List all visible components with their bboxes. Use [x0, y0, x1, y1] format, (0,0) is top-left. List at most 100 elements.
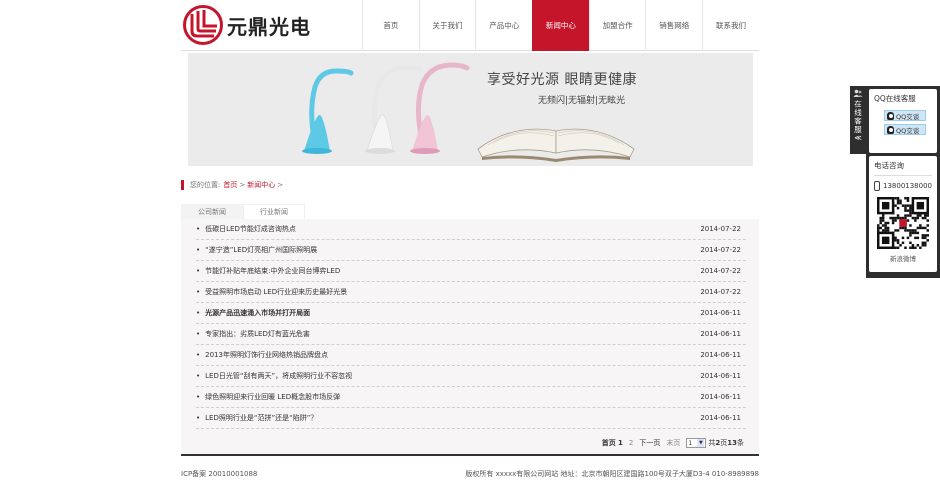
breadcrumb-news-link[interactable]: 新闻中心 — [247, 180, 275, 190]
list-item[interactable]: • “遂宁造”LED灯亮相广州国际照明展 2014-07-22 — [196, 240, 746, 261]
collapse-arrow-icon: ≪ — [854, 134, 862, 142]
news-title[interactable]: 光源产品迅速涌入市场并打开局面 — [205, 308, 310, 318]
news-date: 2014-07-22 — [700, 288, 741, 296]
news-list: • 低碳日LED节能灯成咨询热点 2014-07-22 • “遂宁造”LED灯亮相广… — [196, 219, 746, 429]
bullet-icon: • — [196, 225, 201, 233]
breadcrumb-separator: > — [239, 181, 246, 189]
qq-chat-button[interactable]: QQ交谈 — [884, 110, 926, 121]
tab-company-news[interactable]: 公司新闻 — [181, 204, 243, 219]
phone-consult-title: 电话咨询 — [874, 160, 932, 176]
news-date: 2014-07-22 — [700, 246, 741, 254]
footer-info: 版权所有 xxxxx有限公司网站 地址：北京市朝阳区建国路100号双子大厦D3-… — [465, 470, 759, 478]
news-tabs: 公司新闻 行业新闻 — [181, 204, 305, 219]
pager-total-items: 13 — [727, 439, 737, 447]
breadcrumb-home-link[interactable]: 首页 — [223, 180, 237, 190]
news-date: 2014-06-11 — [700, 414, 741, 422]
phone-number: 13800138000 — [883, 182, 932, 190]
news-date: 2014-06-11 — [700, 309, 741, 317]
qq-penguin-icon — [887, 111, 894, 120]
nav-item-products[interactable]: 产品中心 — [475, 0, 532, 51]
nav-item-contact[interactable]: 联系我们 — [702, 0, 759, 51]
news-title[interactable]: 节能灯补贴年底结束:中外企业同台博弈LED — [205, 266, 340, 276]
list-item[interactable]: • LED日光管“刮有两天”，将成照明行业不容忽视 2014-06-11 — [196, 366, 746, 387]
breadcrumb: 您的位置: 首页 > 新闻中心 > — [181, 179, 285, 191]
pagination: 首页 1 2 下一页 末页 1 ▼ 共 2 页 13 条 — [602, 438, 744, 448]
phone-consult-box: 电话咨询 13800138000 新浪微博 — [869, 156, 937, 272]
news-date: 2014-06-11 — [700, 351, 741, 359]
lamp-book-illustration — [302, 62, 635, 162]
phone-number-row: 13800138000 — [874, 181, 932, 191]
site-footer: ICP备案 20010001088 版权所有 xxxxx有限公司网站 地址：北京… — [181, 469, 759, 479]
nav-item-news[interactable]: 新闻中心 — [532, 0, 589, 51]
news-title[interactable]: LED照明行业是“范拼”还是“陷阱”？ — [205, 413, 317, 423]
list-item[interactable]: • 2013年照明灯饰行业网络热销品牌盘点 2014-06-11 — [196, 345, 746, 366]
list-item[interactable]: • LED照明行业是“范拼”还是“陷阱”？ 2014-06-11 — [196, 408, 746, 429]
news-title[interactable]: 低碳日LED节能灯成咨询热点 — [205, 224, 296, 234]
banner-subtitle: 无频闪|无辐射|无眩光 — [538, 96, 626, 106]
nav-item-join[interactable]: 加盟合作 — [588, 0, 646, 51]
pager-total-pages-prefix: 共 — [708, 439, 716, 447]
news-date: 2014-06-11 — [700, 393, 741, 401]
bullet-icon: • — [196, 351, 201, 359]
banner-title: 享受好光源 眼睛更健康 — [487, 72, 637, 88]
tab-industry-news[interactable]: 行业新闻 — [243, 204, 305, 219]
pager-select-value: 1 — [688, 439, 693, 447]
pager-next-link[interactable]: 下一页 — [639, 438, 660, 448]
icp-record: ICP备案 20010001088 — [181, 470, 258, 478]
news-title[interactable]: 2013年照明灯饰行业网络热销品牌盘点 — [205, 350, 328, 360]
pager-page-word: 页 — [720, 439, 728, 447]
qq-service-box: QQ在线客服 QQ交谈 QQ交谈 — [869, 89, 937, 153]
news-title[interactable]: 绿色照明迎来行业回暖 LED概念股市场反弹 — [205, 392, 340, 402]
news-panel: • 低碳日LED节能灯成咨询热点 2014-07-22 • “遂宁造”LED灯亮相广… — [181, 219, 759, 456]
service-panel: QQ在线客服 QQ交谈 QQ交谈 电话咨询 13800138000 新浪微博 — [866, 86, 940, 278]
list-item[interactable]: • 低碳日LED节能灯成咨询热点 2014-07-22 — [196, 219, 746, 240]
qq-penguin-icon — [887, 125, 894, 134]
news-title[interactable]: 专家指出：劣质LED灯有蓝光危害 — [205, 329, 310, 339]
bullet-icon: • — [196, 246, 201, 254]
pager-item-word: 条 — [737, 439, 744, 447]
list-item[interactable]: • 绿色照明迎来行业回暖 LED概念股市场反弹 2014-06-11 — [196, 387, 746, 408]
qq-chat-button[interactable]: QQ交谈 — [884, 124, 926, 135]
bullet-icon: • — [196, 372, 201, 380]
list-item[interactable]: • 专家指出：劣质LED灯有蓝光危害 2014-06-11 — [196, 324, 746, 345]
news-date: 2014-07-22 — [700, 225, 741, 233]
bullet-icon: • — [196, 309, 201, 317]
breadcrumb-marker — [181, 180, 184, 190]
main-nav: 首页 关于我们 产品中心 新闻中心 加盟合作 销售网络 联系我们 — [362, 0, 759, 51]
qr-code-icon[interactable] — [877, 197, 929, 249]
logo-mark-icon — [183, 5, 223, 45]
list-item[interactable]: • 受益照明市场启动 LED行业迎来历史最好光景 2014-07-22 — [196, 282, 746, 303]
bullet-icon: • — [196, 414, 201, 422]
breadcrumb-separator: > — [277, 181, 284, 189]
list-item[interactable]: • 节能灯补贴年底结束:中外企业同台博弈LED 2014-07-22 — [196, 261, 746, 282]
bullet-icon: • — [196, 288, 201, 296]
pager-last-link[interactable]: 末页 — [666, 438, 680, 448]
nav-item-sales[interactable]: 销售网络 — [645, 0, 702, 51]
chevron-down-icon: ▼ — [697, 439, 705, 447]
news-title[interactable]: “遂宁造”LED灯亮相广州国际照明展 — [205, 245, 317, 255]
nav-item-about[interactable]: 关于我们 — [418, 0, 476, 51]
news-date: 2014-06-11 — [700, 330, 741, 338]
service-handle-label: 在线客服 — [853, 100, 863, 134]
news-title[interactable]: LED日光管“刮有两天”，将成照明行业不容忽视 — [205, 371, 352, 381]
qq-chat-label: QQ交谈 — [896, 112, 920, 121]
online-service-widget: 在线客服 ≪ QQ在线客服 QQ交谈 QQ交谈 电话咨询 13800138000… — [850, 86, 940, 278]
bullet-icon: • — [196, 330, 201, 338]
brand-name: 元鼎光电 — [227, 14, 311, 39]
news-date: 2014-07-22 — [700, 267, 741, 275]
service-toggle-handle[interactable]: 在线客服 ≪ — [850, 86, 866, 154]
bullet-icon: • — [196, 267, 201, 275]
pager-first-link[interactable]: 首页 — [602, 439, 616, 447]
site-logo[interactable]: 元鼎光电 — [183, 4, 313, 46]
users-icon — [853, 89, 863, 97]
bullet-icon: • — [196, 393, 201, 401]
list-item[interactable]: • 光源产品迅速涌入市场并打开局面 2014-06-11 — [196, 303, 746, 324]
news-title[interactable]: 受益照明市场启动 LED行业迎来历史最好光景 — [205, 287, 347, 297]
nav-item-home[interactable]: 首页 — [362, 0, 419, 51]
phone-icon — [874, 181, 880, 191]
breadcrumb-prefix: 您的位置: — [190, 181, 221, 189]
site-header: 元鼎光电 首页 关于我们 产品中心 新闻中心 加盟合作 销售网络 联系我们 — [181, 0, 759, 51]
pager-page-select[interactable]: 1 ▼ — [686, 438, 707, 448]
pager-page-2-link[interactable]: 2 — [629, 439, 633, 447]
pager-current-page: 1 — [618, 439, 623, 447]
